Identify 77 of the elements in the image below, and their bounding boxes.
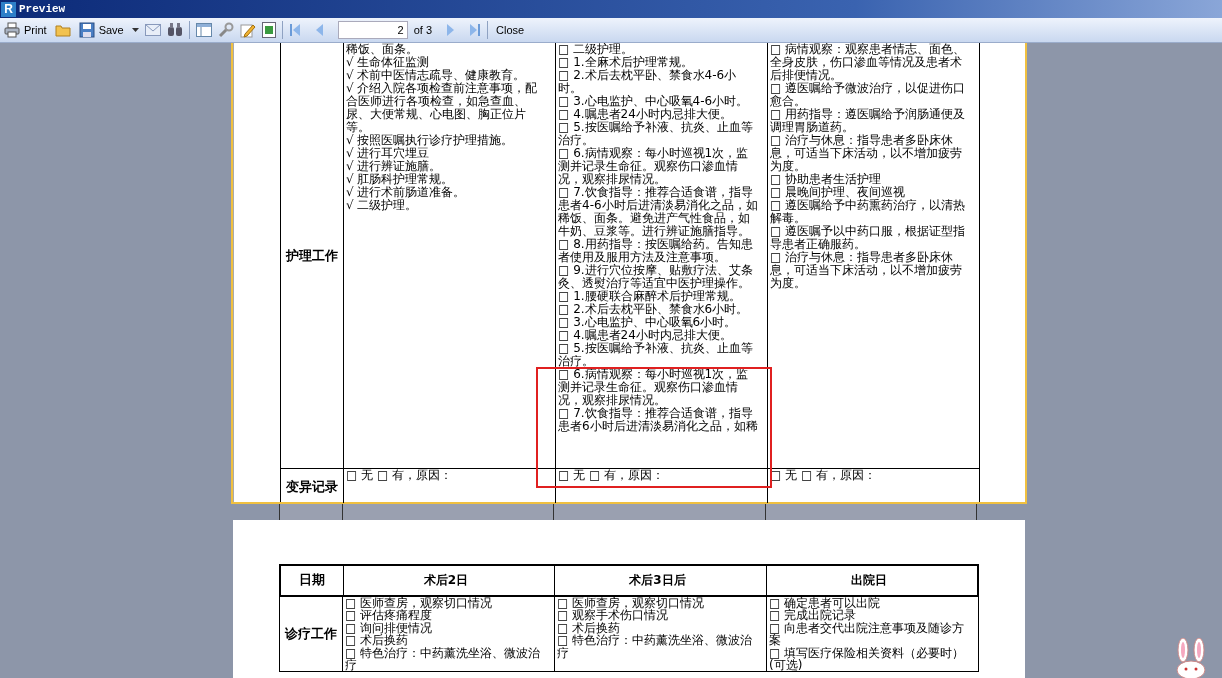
column-header: 术后3日后 [554,566,766,595]
checklist-item: √ 二级护理。 [346,199,419,212]
checklist-item: √ 术前中医情志疏导、健康教育。 [346,69,527,82]
checklist-item: □ 遵医嘱给予中药熏药治疗，以清热解毒。 [770,199,967,225]
checklist-item: □ 填写医疗保险相关资料（必要时）(可选) [769,646,966,672]
pencil-icon[interactable] [239,22,256,38]
checklist-item: □ 4.嘱患者24小时内忌排大便。 [558,108,733,121]
binoculars-icon[interactable] [166,23,183,37]
column-header: 日期 [297,571,326,590]
row-label: 诊疗工作 [283,625,338,643]
checklist-item: √ 进行耳穴埋豆 [346,147,430,160]
picture-icon[interactable] [261,22,276,38]
caret-icon[interactable] [131,28,139,32]
checklist-item: □ 5.按医嘱给予补液、抗炎、止血等治疗。 [558,121,754,147]
checklist-item: □ 3.心电监护、中心吸氧6小时。 [558,316,737,329]
checklist-item: √ 肛肠科护理常规。 [346,173,455,186]
checklist-item: □ 协助患者生活护理 [770,173,883,186]
row-label: 护理工作 [284,247,339,265]
checklist-item: □ 7.饮食指导：推荐合适食谱，指导患者6小时后进清淡易消化之品，如稀 [558,407,759,433]
checklist-item: □ 医师查房，观察切口情况 [557,597,706,610]
mail-icon[interactable] [144,24,161,36]
checklist-item: □ 观察手术伤口情况 [557,609,669,622]
layout-icon[interactable] [195,23,212,37]
page-number-field[interactable]: 2 [337,21,408,39]
checklist-item: □ 无 □ 有，原因： [558,469,666,482]
checklist-item: □ 3.心电监护、中心吸氧4-6小时。 [558,95,750,108]
checklist-item: □ 特色治疗：中药薰洗坐浴、微波治疗 [557,634,754,660]
checklist-item: □ 6.病情观察：每小时巡视1次，监测并记录生命征。观察伤口渗血情况，观察排尿情况。 [558,147,750,186]
checklist-item: □ 医师查房，观察切口情况 [345,597,494,610]
column-header: 出院日 [765,566,977,595]
checklist-item: □ 6.病情观察：每小时巡视1次，监测并记录生命征。观察伤口渗血情况，观察排尿情况。 [558,368,750,407]
save-button[interactable]: Save [76,22,126,38]
checklist-item: □ 二级护理。 [558,43,635,56]
checklist-item: □ 特色治疗：中药薰洗坐浴、微波治疗 [345,646,542,672]
first-page-icon[interactable] [288,23,301,37]
checklist-item: □ 1.腰硬联合麻醉术后护理常规。 [558,290,741,303]
close-button[interactable]: Close [494,24,527,36]
page-count: of 3 [413,24,433,36]
checklist-item: 稀饭、面条。 [346,43,419,56]
checklist-item: □ 7.饮食指导：推荐合适食谱，指导患者4-6小时后进清淡易消化之品，如稀饭、面条。避免进产气性食品，如牛奶、豆浆等。进行辨证施膳指导。 [558,186,759,238]
checklist-item: √ 按照医嘱执行诊疗护理措施。 [346,134,515,147]
checklist-item: □ 4.嘱患者24小时内忌排大便。 [558,329,733,342]
checklist-item: □ 确定患者可以出院 [769,597,882,610]
checklist-item: □ 遵医嘱给予微波治疗，以促进伤口愈合。 [770,82,967,108]
checklist-item: √ 介绍入院各项检查前注意事项，配合医师进行各项检查，如急查血、尿、大便常规、心电图、胸正位片等。 [346,82,539,134]
row-label: 变异记录 [285,477,339,496]
checklist-item: √ 进行辨证施膳。 [346,160,443,173]
checklist-item: □ 用药指导：遵医嘱给予润肠通便及调理胃肠道药。 [770,108,967,134]
checklist-item: □ 术后换药 [557,621,621,635]
checklist-item: □ 术后换药 [345,634,409,647]
last-page-icon[interactable] [469,23,482,37]
previous-page-icon[interactable] [314,23,324,37]
checklist-item: □ 治疗与休息：指导患者多卧床休息，可适当下床活动，以不增加疲劳为度。 [770,251,963,290]
checklist-item: □ 9.进行穴位按摩、贴敷疗法、艾条灸、透熨治疗等适宜中医护理操作。 [558,264,754,290]
checklist-item: □ 评估疼痛程度 [345,609,433,622]
folder-icon[interactable] [54,22,71,38]
next-page-icon[interactable] [446,23,456,37]
window-title: Preview [19,3,66,15]
column-header: 术后2日 [342,566,555,595]
checklist-item: √ 进行术前肠道准备。 [346,186,467,199]
checklist-item: □ 完成出院记录 [769,609,857,622]
checklist-item: □ 2.术后去枕平卧、禁食水6小时。 [558,303,750,316]
checklist-item: □ 1.全麻术后护理常规。 [558,56,694,69]
app-logo: R [1,1,16,17]
checklist-item: √ 生命体征监测 [346,56,431,69]
print-button[interactable]: Print [2,22,49,38]
checklist-item: □ 晨晚间护理、夜间巡视 [770,186,907,199]
checklist-item: □ 2.术后去枕平卧、禁食水4-6小时。 [558,69,738,95]
checklist-item: □ 遵医嘱予以中药口服，根据证型指导患者正确服药。 [770,225,967,251]
checklist-item: □ 无 □ 有，原因： [346,469,454,482]
checklist-item: □ 询问排便情况 [345,621,434,635]
checklist-item: □ 5.按医嘱给予补液、抗炎、止血等治疗。 [558,342,754,368]
checklist-item: □ 治疗与休息：指导患者多卧床休息，可适当下床活动，以不增加疲劳为度。 [770,134,963,173]
checklist-item: □ 向患者交代出院注意事项及随诊方案 [769,621,966,647]
checklist-item: □ 病情观察：观察患者情志、面色、全身皮肤，伤口渗血等情况及患者术后排便情况。 [770,43,967,82]
printer-icon [4,22,20,38]
checklist-item: □ 8.用药指导：按医嘱给药。告知患者使用及服用方法及注意事项。 [558,238,754,264]
